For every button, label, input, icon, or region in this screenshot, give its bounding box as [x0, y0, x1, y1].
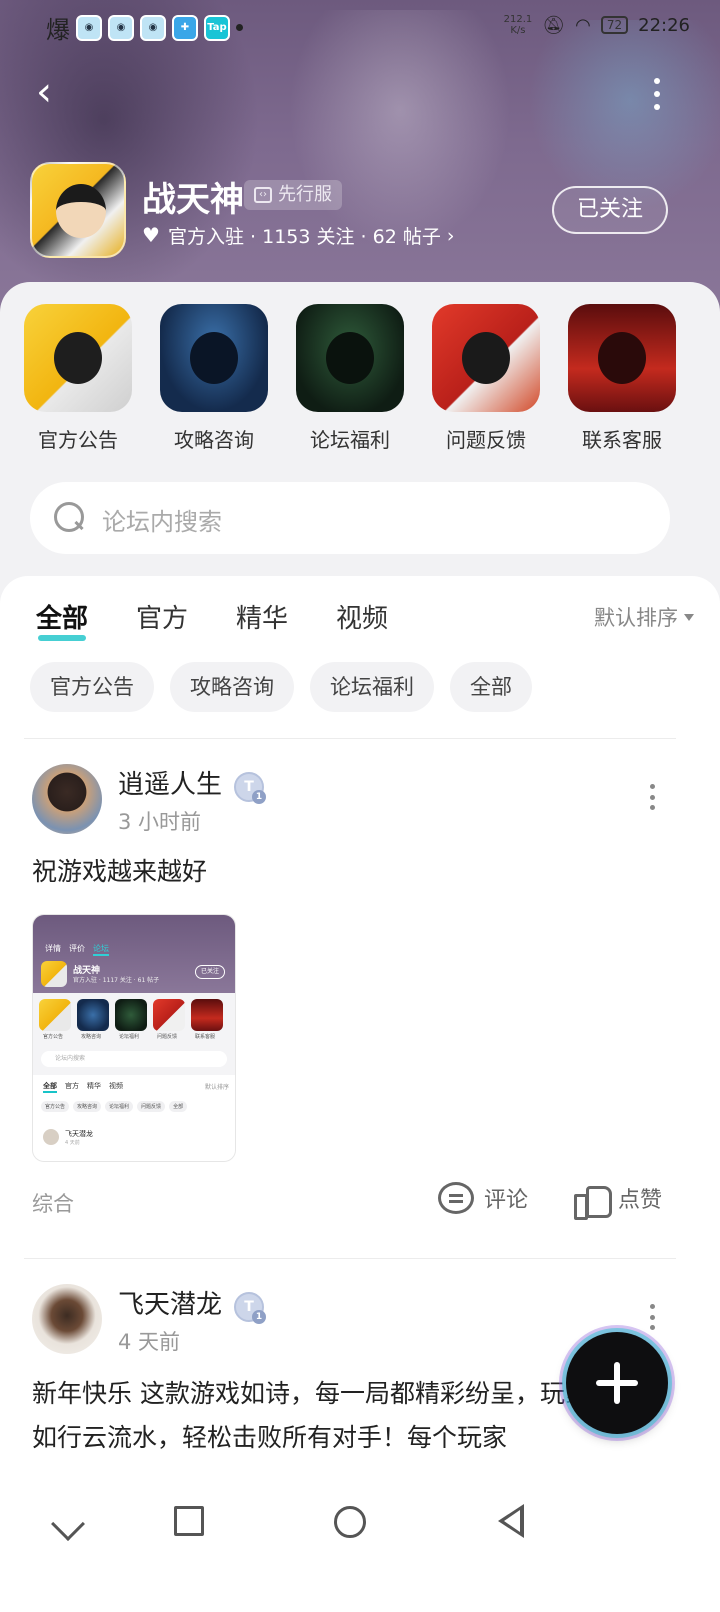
thumbs-up-icon	[574, 1182, 612, 1220]
forum-search-input[interactable]: 论坛内搜索	[30, 482, 670, 554]
post-text[interactable]: 祝游戏越来越好	[32, 850, 672, 894]
avatar[interactable]	[32, 764, 102, 834]
search-icon	[54, 502, 84, 532]
comment-label: 评论	[484, 1188, 529, 1213]
badge-level: 1	[252, 1310, 266, 1324]
game-meta-text: 官方入驻 · 1153 关注 · 62 帖子	[168, 226, 441, 248]
feedback-icon	[432, 304, 540, 412]
badge-level: 1	[252, 790, 266, 804]
robot-app-icon: ◉	[76, 14, 102, 41]
level-badge-icon: T 1	[234, 772, 266, 804]
search-placeholder: 论坛内搜索	[102, 508, 222, 536]
chip-strategy[interactable]: 攻略咨询	[170, 662, 294, 712]
shortcut-welfare[interactable]: 论坛福利	[282, 304, 418, 453]
back-button[interactable]: ‹	[36, 72, 72, 116]
post-time: 3 小时前	[118, 810, 202, 834]
sort-dropdown[interactable]: 默认排序	[594, 602, 694, 632]
server-tag-label: 先行服	[278, 184, 332, 205]
shortcut-official-announcement[interactable]: 官方公告	[10, 304, 146, 453]
chevron-down-icon[interactable]	[51, 1507, 85, 1541]
follow-button[interactable]: 已关注	[552, 186, 668, 234]
shortcut-label: 联系客服	[582, 428, 662, 452]
post-more-icon[interactable]	[648, 784, 656, 810]
game-title: 战天神	[142, 180, 244, 220]
like-button[interactable]: 点赞	[574, 1182, 663, 1220]
server-tag: ‹› 先行服	[244, 180, 342, 210]
strategy-icon	[160, 304, 268, 412]
shortcut-label: 攻略咨询	[174, 428, 254, 452]
shortcut-label: 官方公告	[38, 428, 118, 452]
status-indicators: 212.1 K/s 🔕︎ ◠ 72 22:26	[504, 14, 690, 36]
shortcut-label: 问题反馈	[446, 428, 526, 452]
more-options-icon[interactable]	[650, 78, 664, 110]
sort-label: 默认排序	[594, 606, 678, 630]
post-feed: 全部 官方 精华 视频 默认排序 官方公告 攻略咨询 论坛福利 全部 逍遥人生 …	[0, 576, 720, 1612]
recent-apps-icon[interactable]	[174, 1506, 204, 1536]
tab-featured[interactable]: 精华	[236, 598, 288, 635]
comment-button[interactable]: 评论	[438, 1182, 528, 1214]
caret-down-icon	[684, 613, 694, 621]
shortcut-feedback[interactable]: 问题反馈	[418, 304, 554, 453]
shortcut-customer-service[interactable]: 联系客服	[554, 304, 690, 453]
notification-dot-icon	[236, 24, 243, 31]
post-image[interactable]: 详情 评价 论坛 战天神 官方入驻 · 1117 关注 · 61 帖子 已关注 …	[32, 914, 236, 1162]
code-icon: ‹›	[254, 187, 272, 203]
divider	[24, 1258, 676, 1259]
taptap-app-icon: Tap	[204, 14, 230, 41]
status-notifications: 爆 ◉ ◉ ◉ ✚ Tap	[46, 10, 243, 45]
chip-welfare[interactable]: 论坛福利	[310, 662, 434, 712]
robot-app-icon-2: ◉	[108, 14, 134, 41]
tab-all[interactable]: 全部	[36, 598, 88, 641]
comment-icon	[438, 1182, 474, 1214]
wifi-icon: ◠	[575, 14, 591, 36]
like-label: 点赞	[618, 1188, 663, 1213]
shortcut-row: 官方公告 攻略咨询 论坛福利 问题反馈 联系客服	[0, 304, 720, 454]
shortcut-label: 论坛福利	[310, 428, 390, 452]
announcement-icon	[24, 304, 132, 412]
robot-app-icon-3: ◉	[140, 14, 166, 41]
post-username[interactable]: 飞天潜龙	[118, 1284, 222, 1321]
post-time: 4 天前	[118, 1330, 181, 1354]
filter-chips: 官方公告 攻略咨询 论坛福利 全部	[30, 662, 532, 712]
clock: 22:26	[638, 14, 690, 36]
post-more-icon[interactable]	[648, 1304, 656, 1330]
level-badge-icon: T 1	[234, 1292, 266, 1324]
network-speed: 212.1 K/s	[503, 14, 533, 36]
avatar[interactable]	[32, 1284, 102, 1354]
chip-announcement[interactable]: 官方公告	[30, 662, 154, 712]
feed-tabs: 全部 官方 精华 视频	[36, 598, 388, 641]
game-icon	[30, 162, 126, 258]
post-category[interactable]: 综合	[32, 1188, 74, 1218]
battery-indicator: 72	[600, 16, 629, 34]
create-post-button[interactable]	[566, 1332, 668, 1434]
divider	[24, 738, 676, 739]
status-bar: 爆 ◉ ◉ ◉ ✚ Tap 212.1 K/s 🔕︎ ◠ 72 22:26	[0, 0, 720, 56]
official-heart-icon	[142, 223, 162, 247]
bell-muted-icon: 🔕︎	[542, 14, 566, 36]
puzzle-app-icon: ✚	[172, 14, 198, 41]
status-app-char: 爆	[46, 16, 70, 44]
home-icon[interactable]	[334, 1506, 366, 1538]
chevron-right-icon: ›	[446, 224, 455, 247]
chip-all[interactable]: 全部	[450, 662, 532, 712]
welfare-icon	[296, 304, 404, 412]
customer-service-icon	[568, 304, 676, 412]
post-username[interactable]: 逍遥人生	[118, 764, 222, 801]
system-nav-bar	[0, 1482, 720, 1612]
game-meta[interactable]: 官方入驻 · 1153 关注 · 62 帖子 ›	[142, 222, 454, 249]
tab-official[interactable]: 官方	[136, 598, 188, 635]
shortcut-strategy[interactable]: 攻略咨询	[146, 304, 282, 453]
tab-video[interactable]: 视频	[336, 598, 388, 635]
